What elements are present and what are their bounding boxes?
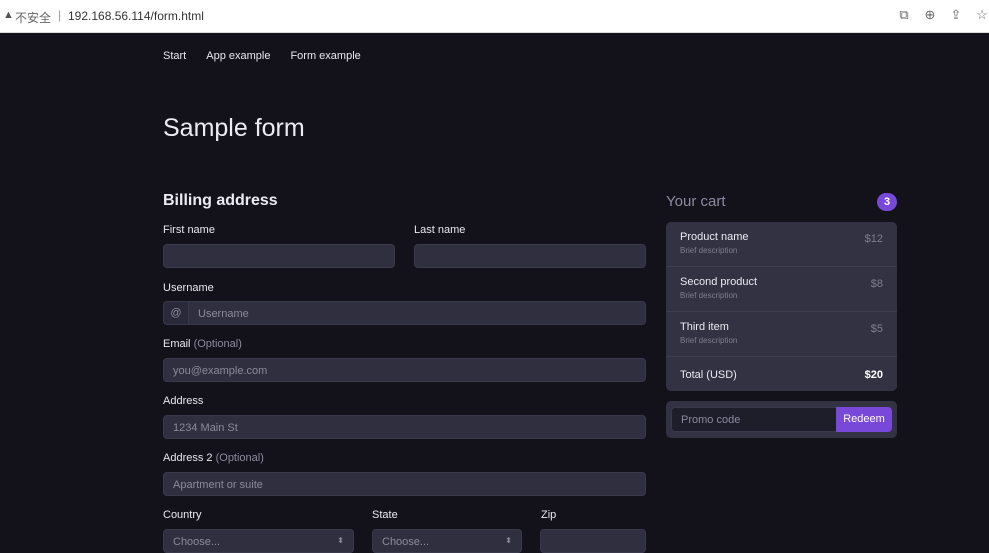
promo-code-input[interactable]: Promo code xyxy=(671,407,837,432)
first-name-label: First name xyxy=(163,224,215,236)
url-text[interactable]: 192.168.56.114/form.html xyxy=(68,9,204,23)
bookmark-star-icon[interactable]: ☆ xyxy=(975,7,989,23)
cart-item-price: $5 xyxy=(870,323,883,335)
at-addon: @ xyxy=(163,301,189,325)
last-name-label: Last name xyxy=(414,224,466,236)
address2-optional: (Optional) xyxy=(215,452,264,464)
browser-address-bar: ▲ 不安全 | 192.168.56.114/form.html ⧉ ⊕ ⇪ ☆ xyxy=(0,0,989,33)
cart-item-price: $8 xyxy=(870,278,883,290)
cart-title: Your cart xyxy=(666,193,726,210)
cart-item-desc: Brief description xyxy=(680,336,738,345)
cart-item-desc: Brief description xyxy=(680,291,738,300)
cart-item-desc: Brief description xyxy=(680,246,738,255)
cart-item-name: Third item xyxy=(680,321,729,333)
nav-app-example[interactable]: App example xyxy=(206,50,270,62)
nav-start[interactable]: Start xyxy=(163,50,186,62)
email-label-text: Email xyxy=(163,338,191,350)
state-label: State xyxy=(372,509,398,521)
cart-total-label: Total (USD) xyxy=(680,369,737,381)
insecure-label[interactable]: 不安全 xyxy=(15,9,51,26)
redeem-button[interactable]: Redeem xyxy=(836,407,892,432)
cart-item-name: Product name xyxy=(680,231,749,243)
translate-icon[interactable]: ⧉ xyxy=(897,7,911,23)
cart-item: Second product Brief description $8 xyxy=(666,267,897,312)
country-select[interactable]: Choose... ⬍ xyxy=(163,529,354,553)
browser-actions: ⧉ ⊕ ⇪ ☆ xyxy=(897,7,989,23)
address2-label-text: Address 2 xyxy=(163,452,213,464)
cart-item-name: Second product xyxy=(680,276,758,288)
promo-code-form: Promo code Redeem xyxy=(666,401,897,438)
billing-title: Billing address xyxy=(163,192,278,209)
zip-label: Zip xyxy=(541,509,557,521)
cart-total-row: Total (USD) $20 xyxy=(666,357,897,391)
url-separator: | xyxy=(58,8,62,22)
warning-icon: ▲ xyxy=(3,9,14,21)
chevron-updown-icon: ⬍ xyxy=(337,536,344,545)
email-optional: (Optional) xyxy=(193,338,242,350)
state-select-value: Choose... xyxy=(382,536,430,548)
cart-item-price: $12 xyxy=(864,233,883,245)
country-select-value: Choose... xyxy=(173,536,221,548)
nav-form-example[interactable]: Form example xyxy=(290,50,360,62)
cart-count-badge: 3 xyxy=(877,193,897,211)
country-label: Country xyxy=(163,509,202,521)
first-name-input[interactable] xyxy=(163,244,395,268)
address-input[interactable]: 1234 Main St xyxy=(163,415,646,439)
chevron-updown-icon: ⬍ xyxy=(505,536,512,545)
top-nav: Start App example Form example xyxy=(163,50,361,62)
cart-item: Product name Brief description $12 xyxy=(666,222,897,267)
email-label: Email (Optional) xyxy=(163,338,242,350)
cart-total-value: $20 xyxy=(864,369,883,381)
address2-label: Address 2 (Optional) xyxy=(163,452,264,464)
zoom-icon[interactable]: ⊕ xyxy=(923,7,937,23)
cart-list: Product name Brief description $12 Secon… xyxy=(666,222,897,391)
page-title: Sample form xyxy=(163,114,305,142)
username-input[interactable]: Username xyxy=(188,301,646,325)
email-input[interactable]: you@example.com xyxy=(163,358,646,382)
cart-item: Third item Brief description $5 xyxy=(666,312,897,357)
zip-input[interactable] xyxy=(540,529,646,553)
username-label: Username xyxy=(163,282,214,294)
address2-input[interactable]: Apartment or suite xyxy=(163,472,646,496)
address-label: Address xyxy=(163,395,204,407)
share-icon[interactable]: ⇪ xyxy=(949,7,963,23)
state-select[interactable]: Choose... ⬍ xyxy=(372,529,522,553)
last-name-input[interactable] xyxy=(414,244,646,268)
